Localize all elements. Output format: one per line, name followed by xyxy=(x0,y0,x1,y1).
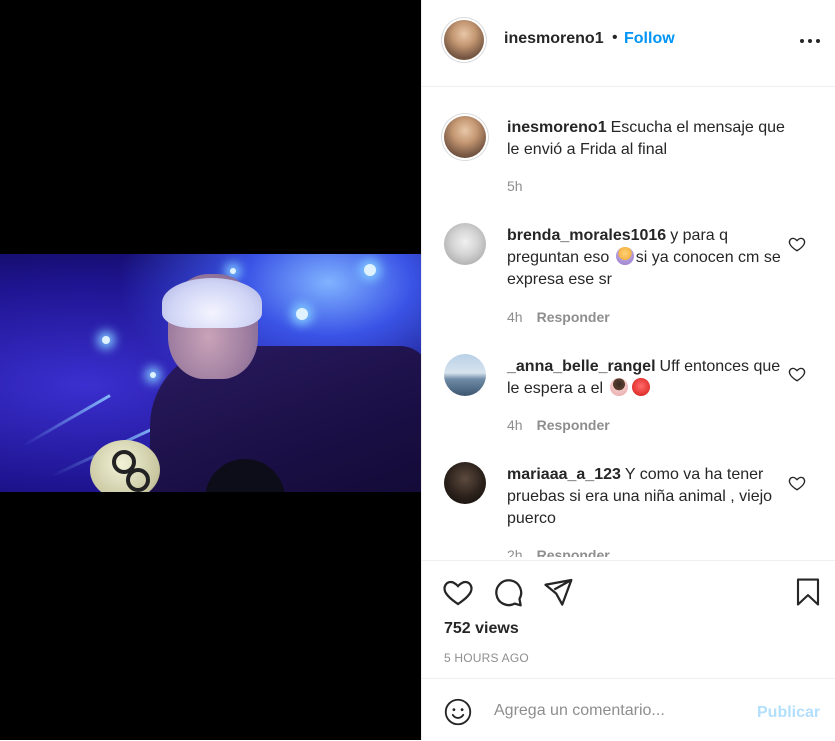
post-timestamp[interactable]: 5 HOURS AGO xyxy=(444,651,529,665)
angry-face-emoji-icon xyxy=(631,378,650,396)
caption-avatar[interactable] xyxy=(444,116,486,158)
comment-time[interactable]: 4h xyxy=(507,309,523,325)
comment-item: brenda_morales1016 y para q preguntan eso… xyxy=(507,225,797,291)
author-username[interactable]: inesmoreno1 xyxy=(504,30,604,48)
comment-time[interactable]: 2h xyxy=(507,547,523,557)
bookmark-icon[interactable] xyxy=(793,576,823,608)
video-frame[interactable] xyxy=(0,254,421,492)
post-header: inesmoreno1 • Follow xyxy=(422,0,835,87)
commenter-avatar[interactable] xyxy=(444,354,486,396)
comment-item: _anna_belle_rangel Uff entonces que le es… xyxy=(507,356,797,400)
caption-time[interactable]: 5h xyxy=(507,178,523,194)
comment-meta: 4h Responder xyxy=(507,309,610,325)
like-comment-heart-icon[interactable] xyxy=(788,365,806,383)
comment-username[interactable]: _anna_belle_rangel xyxy=(507,358,656,375)
commenter-avatar[interactable] xyxy=(444,462,486,504)
commenter-avatar[interactable] xyxy=(444,223,486,265)
comment-username[interactable]: mariaaa_a_123 xyxy=(507,466,621,483)
author-avatar[interactable] xyxy=(444,20,484,60)
stage-light xyxy=(150,372,156,378)
comment-icon[interactable] xyxy=(492,576,524,608)
light-beam xyxy=(22,394,111,447)
stage-light xyxy=(296,308,308,320)
person-shrugging-emoji-icon xyxy=(615,247,634,265)
post-actions: 752 views 5 HOURS AGO xyxy=(422,560,835,679)
reply-button[interactable]: Responder xyxy=(537,417,610,433)
comment-composer: Publicar xyxy=(422,678,835,741)
post-media[interactable] xyxy=(0,0,421,740)
share-icon[interactable] xyxy=(542,576,574,608)
heart-icon[interactable] xyxy=(442,576,474,608)
woman-facepalming-emoji-icon xyxy=(609,378,628,396)
emoji-icon[interactable] xyxy=(444,698,472,726)
like-comment-heart-icon[interactable] xyxy=(788,474,806,492)
caption-username[interactable]: inesmoreno1 xyxy=(507,119,607,136)
comment-username[interactable]: brenda_morales1016 xyxy=(507,227,666,244)
stage-light xyxy=(230,268,236,274)
reply-button[interactable]: Responder xyxy=(537,547,610,557)
comment-item: mariaaa_a_123 Y como va ha tener pruebas … xyxy=(507,464,797,530)
separator-dot: • xyxy=(612,29,618,46)
comment-input[interactable] xyxy=(492,697,736,725)
performer-hair xyxy=(162,278,262,328)
reply-button[interactable]: Responder xyxy=(537,309,610,325)
caption-meta: 5h xyxy=(507,178,523,194)
comment-meta: 2h Responder xyxy=(507,547,610,557)
more-options-icon[interactable] xyxy=(800,32,822,48)
comment-time[interactable]: 4h xyxy=(507,417,523,433)
mic-logo xyxy=(126,468,150,492)
stage-light xyxy=(364,264,376,276)
microphone xyxy=(90,440,160,492)
publish-button[interactable]: Publicar xyxy=(757,704,820,722)
views-count[interactable]: 752 views xyxy=(444,620,519,638)
stage-light xyxy=(102,336,110,344)
post-details-panel: inesmoreno1 • Follow inesmoreno1 Escucha … xyxy=(421,0,835,740)
comment-meta: 4h Responder xyxy=(507,417,610,433)
comments-list[interactable]: inesmoreno1 Escucha el mensaje que le env… xyxy=(422,87,835,557)
follow-button[interactable]: Follow xyxy=(624,30,675,48)
like-comment-heart-icon[interactable] xyxy=(788,235,806,253)
caption: inesmoreno1 Escucha el mensaje que le env… xyxy=(507,117,797,161)
